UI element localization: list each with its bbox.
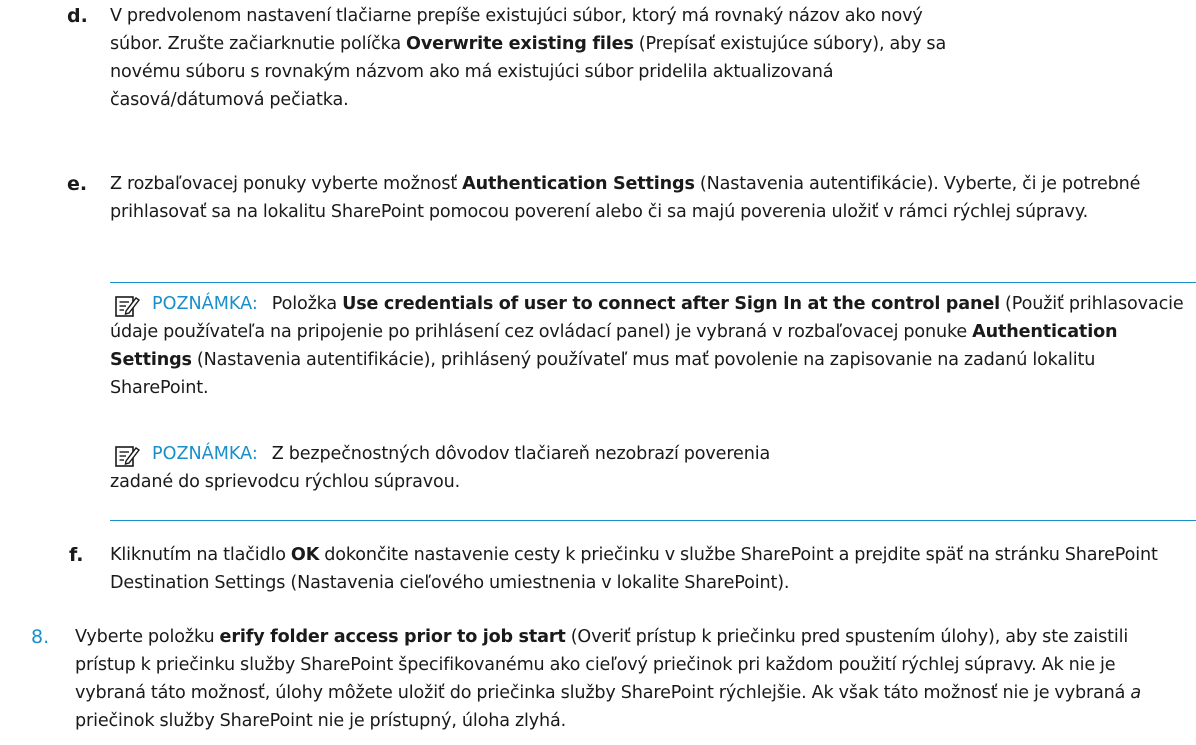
text-run: Kliknutím na tlačidlo [110, 545, 291, 565]
note-text: POZNÁMKA: Položka Use credentials of user… [110, 290, 1196, 402]
step-text: Kliknutím na tlačidlo OK dokončite nasta… [110, 541, 1186, 597]
text-run: Vyberte položku [75, 627, 220, 647]
ui-label-bold: erify folder access prior to job start [219, 627, 566, 647]
step-text: Vyberte položku erify folder access prio… [75, 623, 1189, 735]
step-marker: 8. [31, 626, 50, 648]
text-run: priečinok služby SharePoint nie je príst… [75, 711, 567, 731]
note-label: POZNÁMKA: [152, 444, 258, 464]
text-run: (Nastavenia autentifikácie), prihlásený … [110, 350, 1096, 398]
document-page: d. V predvolenom nastavení tlačiarne pre… [0, 0, 1196, 745]
step-marker: f. [69, 544, 84, 566]
step-text: Z rozbaľovacej ponuky vyberte možnosť Au… [110, 170, 1186, 226]
note-label: POZNÁMKA: [152, 294, 258, 314]
step-marker: e. [67, 173, 88, 195]
text-run: Z rozbaľovacej ponuky vyberte možnosť [110, 174, 463, 194]
step-marker: d. [67, 5, 88, 27]
step-text: V predvolenom nastavení tlačiarne prepíš… [110, 2, 980, 114]
ui-label-bold: Use credentials of user to connect after… [342, 294, 1001, 314]
text-run: Položka [271, 294, 343, 314]
note-divider [110, 520, 1196, 521]
note-content: Položka Use credentials of user to conne… [110, 294, 1184, 398]
note-divider [110, 282, 1196, 283]
ui-label-bold: Overwrite existing files [406, 34, 634, 54]
emphasis-text: a [1130, 683, 1142, 703]
note-text: POZNÁMKA: Z bezpečnostných dôvodov tlačia… [110, 440, 810, 496]
ui-label-bold: OK [290, 545, 320, 565]
ui-label-bold: Authentication Settings [462, 174, 695, 194]
